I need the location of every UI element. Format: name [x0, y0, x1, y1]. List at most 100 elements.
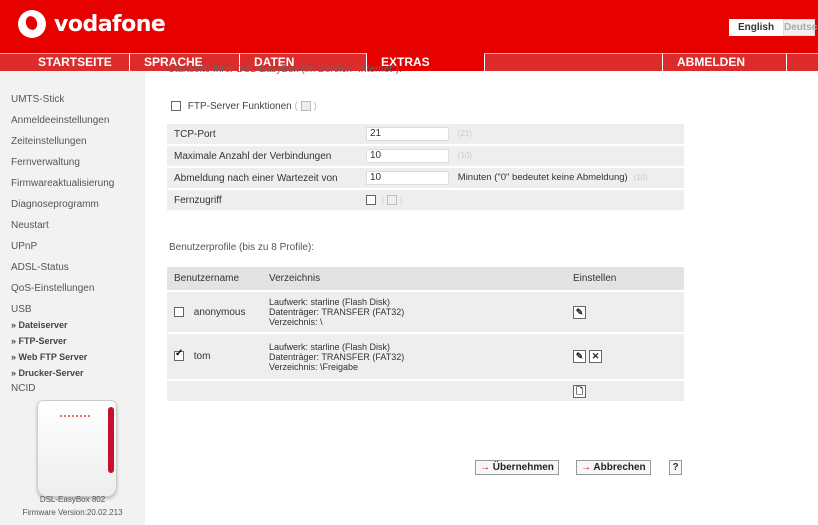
setting-label: Abmeldung nach einer Wartezeit von — [167, 167, 362, 190]
col-username: Benutzername — [167, 267, 266, 292]
user-select-checkbox[interactable] — [174, 348, 184, 362]
user-name: tom — [193, 351, 211, 362]
help-button[interactable]: ? — [669, 460, 682, 475]
new-document-icon[interactable]: 🗋 — [573, 384, 586, 398]
edit-pencil-icon[interactable]: ✎ — [573, 305, 586, 319]
cancel-button-wrap: → Abbrechen — [576, 460, 651, 475]
folder-text: Verzeichnis: \ — [269, 317, 323, 327]
ftp-default-paren-close: ) — [313, 101, 317, 112]
sidebar-item-anmeldeeinstellungen[interactable]: Anmeldeeinstellungen — [11, 114, 145, 135]
sidebar-item-zeiteinstellungen[interactable]: Zeiteinstellungen — [11, 135, 145, 156]
arrow-right-icon: → — [480, 462, 490, 473]
setting-label: TCP-Port — [167, 124, 362, 146]
user-select-checkbox[interactable] — [174, 306, 184, 317]
sidebar-item-firmwareaktualisierung[interactable]: Firmwareaktualisierung — [11, 177, 145, 198]
folder-text: Verzeichnis: \Freigabe — [269, 361, 359, 372]
directory-cell: Laufwerk: starline (Flash Disk) Datenträ… — [266, 291, 568, 334]
sidebar-subitem-web-ftp-server[interactable]: » Web FTP Server — [11, 350, 145, 366]
device-name: DSL-EasyBox 802 — [39, 495, 106, 504]
sidebar-item-adsl-status[interactable]: ADSL-Status — [11, 261, 145, 282]
delete-x-icon[interactable]: ✕ — [589, 350, 602, 363]
user-cell: anonymous — [167, 291, 266, 334]
language-english-button[interactable]: English — [729, 19, 783, 36]
vodafone-speechmark-icon — [18, 10, 46, 38]
setting-row-idle-timeout: Abmeldung nach einer Wartezeit von 10 Mi… — [167, 167, 684, 190]
vodafone-logo: vodafone — [18, 10, 166, 38]
directory-cell: Laufwerk: starline (Flash Disk) Datenträ… — [266, 333, 568, 381]
table-row: tom Laufwerk: starline (Flash Disk) Date… — [167, 333, 684, 381]
sidebar-item-umts-stick[interactable]: UMTS-Stick — [11, 93, 145, 114]
setting-row-max-connections: Maximale Anzahl der Verbindungen 10 (10) — [167, 145, 684, 168]
nav-abmelden[interactable]: ABMELDEN — [663, 53, 787, 71]
config-cell: 🗋 — [568, 380, 684, 403]
setting-value-cell: 10 (10) — [362, 145, 684, 168]
router-image — [37, 400, 117, 497]
users-header-row: Benutzername Verzeichnis Einstellen — [167, 267, 684, 292]
drive-text: Laufwerk: starline (Flash Disk) — [269, 297, 391, 307]
nav-spacer — [485, 53, 663, 71]
table-row-new: 🗋 — [167, 380, 684, 403]
sidebar-subitem-drucker-server[interactable]: » Drucker-Server — [11, 366, 145, 382]
sidebar-item-neustart[interactable]: Neustart — [11, 219, 145, 240]
drive-text: Laufwerk: starline (Flash Disk) — [269, 341, 391, 352]
max-connections-default: (10) — [457, 151, 473, 160]
nav-startseite[interactable]: STARTSEITE — [0, 53, 130, 71]
cancel-label: Abbrechen — [593, 462, 646, 473]
ftp-enable-row: FTP-Server Funktionen ( ) — [171, 101, 317, 112]
user-cell: tom — [167, 333, 266, 381]
sidebar-item-usb[interactable]: USB — [11, 303, 145, 318]
ftp-enable-label: FTP-Server Funktionen — [187, 101, 292, 112]
router-led-strip — [60, 415, 90, 419]
ftp-default-checkbox — [300, 101, 311, 112]
setting-value-cell: 21 (21) — [362, 124, 684, 146]
tcp-port-input[interactable]: 21 — [366, 127, 449, 141]
nav-end — [787, 53, 818, 71]
remote-access-checkbox[interactable] — [366, 194, 376, 205]
col-config: Einstellen — [568, 267, 684, 292]
user-name: anonymous — [193, 306, 246, 318]
brand-name: vodafone — [54, 11, 166, 37]
setting-row-remote: Fernzugriff ( ) — [167, 189, 684, 212]
apply-label: Übernehmen — [492, 462, 554, 473]
cancel-button[interactable]: → Abbrechen — [576, 460, 651, 475]
sidebar-item-diagnoseprogramm[interactable]: Diagnoseprogramm — [11, 198, 145, 219]
language-deutsch-button[interactable]: Deutsch — [783, 19, 818, 36]
idle-timeout-default: (10) — [633, 173, 648, 182]
ftp-settings-table: TCP-Port 21 (21) Maximale Anzahl der Ver… — [167, 124, 684, 212]
sidebar-item-fernverwaltung[interactable]: Fernverwaltung — [11, 156, 145, 177]
col-directory: Verzeichnis — [266, 267, 568, 292]
remote-default-paren-close: ) — [400, 195, 403, 205]
volume-text: Datenträger: TRANSFER (FAT32) — [269, 351, 405, 362]
ftp-default-paren-open: ( — [294, 101, 298, 112]
remote-default-paren-open: ( — [381, 195, 385, 205]
apply-button-wrap: → Übernehmen — [475, 460, 559, 475]
config-cell: ✎ — [568, 291, 684, 334]
tcp-port-default: (21) — [457, 129, 473, 138]
setting-value-cell: ( ) — [362, 189, 684, 212]
sidebar-item-upnp[interactable]: UPnP — [11, 240, 145, 261]
sidebar-subitem-dateiserver[interactable]: » Dateiserver — [11, 318, 145, 334]
sidebar-item-qos[interactable]: QoS-Einstellungen — [11, 282, 145, 303]
firmware-version: Firmware Version:20.02.213 — [22, 508, 123, 517]
setting-label: Fernzugriff — [167, 189, 362, 212]
remote-default-checkbox — [387, 194, 398, 205]
edit-pencil-icon[interactable]: ✎ — [573, 350, 586, 363]
volume-text: Datenträger: TRANSFER (FAT32) — [269, 307, 405, 317]
idle-timeout-input[interactable]: 10 — [366, 171, 449, 185]
sidebar-subitem-ftp-server[interactable]: » FTP-Server — [11, 334, 145, 350]
setting-value-cell: 10 Minuten ("0" bedeutet keine Abmeldung… — [362, 167, 684, 190]
main-nav: STARTSEITE SPRACHE DATEN EXTRAS ABMELDEN — [0, 53, 818, 71]
setting-label: Maximale Anzahl der Verbindungen — [167, 145, 362, 168]
profiles-title: Benutzerprofile (bis zu 8 Profile): — [169, 242, 315, 253]
apply-button[interactable]: → Übernehmen — [475, 460, 559, 475]
max-connections-input[interactable]: 10 — [366, 149, 449, 163]
config-cell: ✎ ✕ — [568, 333, 684, 381]
table-row: anonymous Laufwerk: starline (Flash Disk… — [167, 291, 684, 334]
clipped-description: Startseite Ihrer DSL-EasyBox (im Bereich… — [168, 64, 402, 75]
ftp-enable-checkbox[interactable] — [171, 101, 181, 112]
header-bar: vodafone English Deutsch — [0, 0, 818, 53]
router-red-stripe — [108, 407, 114, 473]
user-profiles-table: Benutzername Verzeichnis Einstellen anon… — [167, 267, 684, 403]
idle-timeout-suffix: Minuten ("0" bedeutet keine Abmeldung) — [457, 172, 628, 183]
empty-cell — [167, 380, 266, 403]
